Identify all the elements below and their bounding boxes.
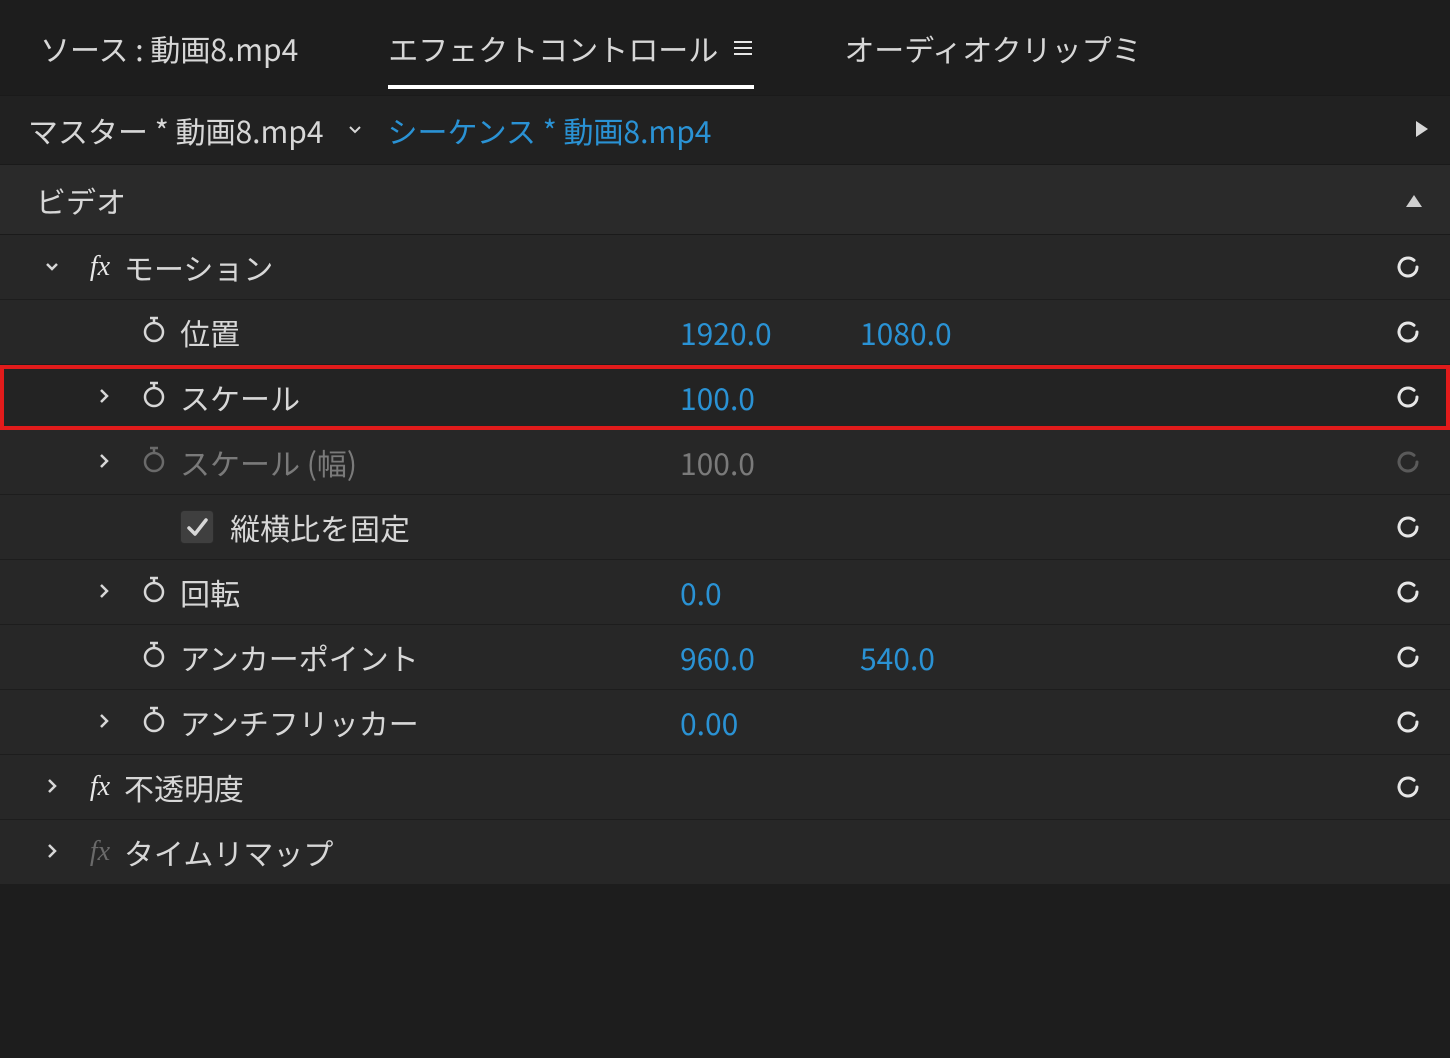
timeline-step-forward-icon[interactable] — [1412, 118, 1432, 142]
antiflicker-value[interactable]: 0.00 — [680, 700, 738, 744]
breadcrumb-master[interactable]: マスター * 動画8.mp4 — [28, 108, 323, 152]
reset-icon[interactable] — [1391, 315, 1425, 349]
property-anchor-label: アンカーポイント — [180, 635, 419, 679]
reset-icon[interactable] — [1391, 510, 1425, 544]
disclosure-toggle-opacity[interactable] — [42, 776, 62, 798]
property-position-label: 位置 — [180, 310, 240, 354]
disclosure-toggle-motion[interactable] — [42, 256, 62, 278]
tab-effect-controls[interactable]: エフェクトコントロール — [388, 0, 754, 95]
tab-audio-label: オーディオクリップミ — [844, 26, 1141, 70]
breadcrumb-chevron-icon[interactable] — [345, 119, 365, 141]
fx-badge-icon[interactable]: fx — [90, 836, 110, 868]
property-rows: fx モーション 位置 1920.0 1080.0 スケール 100.0 — [0, 235, 1450, 885]
disclosure-toggle-scale[interactable] — [94, 386, 114, 408]
property-row-antiflicker: アンチフリッカー 0.00 — [0, 690, 1450, 755]
stopwatch-icon[interactable] — [139, 310, 169, 354]
property-row-scale-width: スケール (幅) 100.0 — [0, 430, 1450, 495]
uniform-scale-checkbox[interactable] — [180, 510, 214, 544]
reset-icon[interactable] — [1391, 640, 1425, 674]
tab-source[interactable]: ソース : 動画8.mp4 — [40, 0, 298, 95]
clip-breadcrumb: マスター * 動画8.mp4 シーケンス * 動画8.mp4 — [0, 95, 1450, 165]
stopwatch-icon[interactable] — [139, 375, 169, 419]
reset-icon[interactable] — [1391, 380, 1425, 414]
effect-time-remap-label: タイムリマップ — [124, 830, 333, 874]
reset-icon — [1391, 445, 1425, 479]
collapse-up-icon[interactable] — [1404, 184, 1424, 216]
property-rotation-label: 回転 — [180, 570, 240, 614]
stopwatch-icon[interactable] — [139, 700, 169, 744]
position-y-value[interactable]: 1080.0 — [860, 310, 952, 354]
effect-row-opacity[interactable]: fx 不透明度 — [0, 755, 1450, 820]
property-row-scale: スケール 100.0 — [0, 365, 1450, 430]
property-scale-label: スケール — [180, 375, 300, 419]
scale-width-value: 100.0 — [680, 440, 755, 484]
disclosure-toggle-scale-width[interactable] — [94, 451, 114, 473]
fx-badge-icon[interactable]: fx — [90, 771, 110, 803]
section-header-video-label: ビデオ — [36, 178, 126, 222]
disclosure-toggle-antiflicker[interactable] — [94, 711, 114, 733]
tab-audio-clip-mixer[interactable]: オーディオクリップミ — [844, 0, 1141, 95]
anchor-y-value[interactable]: 540.0 — [860, 635, 935, 679]
property-row-rotation: 回転 0.0 — [0, 560, 1450, 625]
scale-value[interactable]: 100.0 — [680, 375, 755, 419]
panel-tabstrip: ソース : 動画8.mp4 エフェクトコントロール オーディオクリップミ — [0, 0, 1450, 95]
disclosure-toggle-rotation[interactable] — [94, 581, 114, 603]
rotation-value[interactable]: 0.0 — [680, 570, 722, 614]
property-antiflicker-label: アンチフリッカー — [180, 700, 419, 744]
position-x-value[interactable]: 1920.0 — [680, 310, 772, 354]
effect-opacity-label: 不透明度 — [124, 765, 244, 809]
property-row-anchor-point: アンカーポイント 960.0 540.0 — [0, 625, 1450, 690]
reset-icon[interactable] — [1391, 575, 1425, 609]
reset-icon[interactable] — [1391, 705, 1425, 739]
property-row-uniform-scale: 縦横比を固定 — [0, 495, 1450, 560]
stopwatch-icon — [139, 440, 169, 484]
effect-motion-label: モーション — [124, 245, 273, 289]
property-row-position: 位置 1920.0 1080.0 — [0, 300, 1450, 365]
fx-badge-icon[interactable]: fx — [90, 251, 110, 283]
reset-icon[interactable] — [1391, 250, 1425, 284]
panel-menu-icon[interactable] — [732, 37, 754, 59]
reset-icon[interactable] — [1391, 770, 1425, 804]
effect-row-time-remap[interactable]: fx タイムリマップ — [0, 820, 1450, 885]
stopwatch-icon[interactable] — [139, 635, 169, 679]
effect-row-motion[interactable]: fx モーション — [0, 235, 1450, 300]
tab-source-label: ソース : 動画8.mp4 — [40, 26, 298, 70]
breadcrumb-sequence[interactable]: シーケンス * 動画8.mp4 — [387, 108, 711, 152]
uniform-scale-label: 縦横比を固定 — [230, 505, 410, 549]
section-header-video[interactable]: ビデオ — [0, 165, 1450, 235]
stopwatch-icon[interactable] — [139, 570, 169, 614]
property-scale-width-label: スケール (幅) — [180, 440, 357, 484]
anchor-x-value[interactable]: 960.0 — [680, 635, 755, 679]
disclosure-toggle-time-remap[interactable] — [42, 841, 62, 863]
tab-effect-controls-label: エフェクトコントロール — [388, 26, 718, 70]
